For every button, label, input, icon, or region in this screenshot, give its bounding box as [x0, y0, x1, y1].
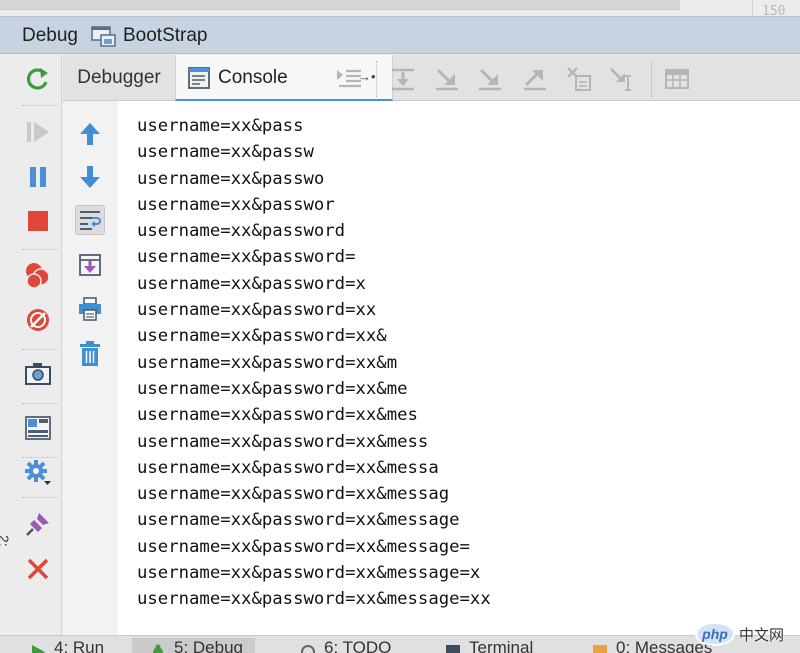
toolbar-separator — [651, 61, 652, 97]
settings-icon[interactable] — [24, 459, 52, 487]
toolbar-separator — [22, 349, 58, 350]
bottom-tab-debug[interactable]: 5: Debug — [132, 638, 255, 653]
tab-console-label: Console — [218, 67, 288, 88]
watermark-logo: php — [695, 622, 735, 646]
bottom-tab-terminal[interactable]: Terminal — [445, 638, 533, 653]
camera-icon[interactable] — [24, 360, 52, 388]
console-side-toolbar — [63, 101, 118, 635]
down-arrow-icon[interactable] — [75, 162, 105, 192]
debug-title-label: Debug — [22, 25, 78, 46]
toolbar-separator — [22, 105, 58, 106]
bottom-tab-run[interactable]: 4: Run — [30, 638, 104, 653]
bottom-tool-window-bar: 4: Run 5: Debug 6: TODO Terminal 0: Mess… — [0, 635, 800, 653]
bottom-tab-todo[interactable]: 6: TODO — [300, 638, 391, 653]
console-line: username=xx&pass — [137, 116, 304, 136]
print-icon[interactable] — [75, 294, 105, 324]
watermark-text: 中文网 — [739, 626, 785, 644]
console-line: username=xx&passw — [137, 142, 314, 163]
console-line: username=xx&passwor — [137, 194, 335, 215]
close-icon[interactable] — [24, 555, 52, 583]
favorites-tab[interactable]: 2: Favorites — [0, 535, 12, 575]
pin-icon[interactable] — [24, 510, 52, 538]
horizontal-scrollbar[interactable] — [0, 0, 680, 10]
tab-debugger[interactable]: Debugger — [63, 55, 175, 101]
console-line: username=xx&password — [137, 221, 346, 242]
console-line: username=xx&password=xx& — [137, 326, 387, 347]
step-into-icon[interactable] — [433, 65, 461, 93]
toolbar-separator — [22, 497, 58, 498]
bottom-tab-label: 5: Debug — [174, 638, 243, 653]
messages-icon — [593, 645, 607, 653]
console-line: username=xx&password= — [137, 247, 356, 268]
console-line: username=xx&password=xx&mess — [137, 431, 429, 452]
editor-top-strip: 150 — [0, 0, 800, 19]
debug-left-toolbar: 2: Favorites ★ » — [0, 55, 62, 635]
console-line: username=xx&password=x — [137, 273, 366, 294]
toolbar-separator — [376, 61, 377, 97]
run-config-icon — [91, 26, 116, 47]
pause-icon[interactable] — [24, 163, 52, 191]
console-line: username=xx&password=xx&message=x — [137, 563, 481, 584]
bottom-tab-label: 6: TODO — [324, 638, 392, 653]
debug-tabs-row: Debugger Console →• — [63, 55, 800, 101]
step-out-icon[interactable] — [521, 65, 549, 93]
console-line: username=xx&password=xx&messa — [137, 457, 439, 478]
console-icon — [188, 67, 210, 89]
bottom-tab-label: Terminal — [469, 638, 534, 653]
run-icon — [32, 645, 45, 653]
console-line: username=xx&password=xx&me — [137, 378, 408, 399]
console-line: username=xx&passwo — [137, 168, 325, 189]
terminal-icon — [446, 645, 460, 653]
bottom-tab-label: 4: Run — [54, 638, 105, 653]
mute-breakpoints-icon[interactable] — [24, 306, 52, 334]
console-line: username=xx&password=xx&message — [137, 510, 460, 531]
console-line: username=xx&password=xx&message=xx — [137, 589, 491, 610]
toolbar-separator — [22, 403, 58, 404]
scroll-to-end-icon[interactable] — [75, 250, 105, 280]
watermark: php 中文网 — [695, 619, 795, 649]
toolbar-separator — [22, 457, 58, 458]
evaluate-expression-icon[interactable] — [663, 65, 691, 93]
gutter-divider — [752, 0, 753, 16]
todo-icon — [301, 645, 315, 653]
console-line: username=xx&password=xx&m — [137, 352, 398, 373]
run-to-cursor-icon[interactable] — [608, 65, 636, 93]
stop-icon[interactable] — [24, 207, 52, 235]
console-line: username=xx&password=xx — [137, 300, 377, 321]
show-execution-point-icon[interactable] — [335, 65, 363, 93]
console-line: username=xx&password=xx&messag — [137, 484, 450, 505]
force-step-into-icon[interactable] — [476, 65, 504, 93]
view-breakpoints-icon[interactable] — [24, 261, 52, 289]
soft-wrap-icon[interactable] — [75, 205, 105, 235]
debug-tool-window-title: Debug BootStrap — [0, 16, 800, 54]
console-line: username=xx&password=xx&mes — [137, 405, 418, 426]
drop-frame-icon[interactable] — [565, 65, 593, 93]
resume-icon[interactable] — [24, 118, 52, 146]
toolbar-separator — [22, 249, 58, 250]
rerun-icon[interactable] — [24, 65, 52, 93]
restore-layout-icon[interactable] — [24, 414, 52, 442]
console-line: username=xx&password=xx&message= — [137, 536, 470, 557]
trash-icon[interactable] — [75, 339, 105, 369]
up-arrow-icon[interactable] — [75, 119, 105, 149]
run-config-name: BootStrap — [123, 25, 208, 46]
step-over-icon[interactable] — [389, 65, 417, 93]
debug-icon — [153, 644, 163, 653]
console-output[interactable]: username=xx&pass username=xx&passw usernam… — [118, 101, 800, 635]
